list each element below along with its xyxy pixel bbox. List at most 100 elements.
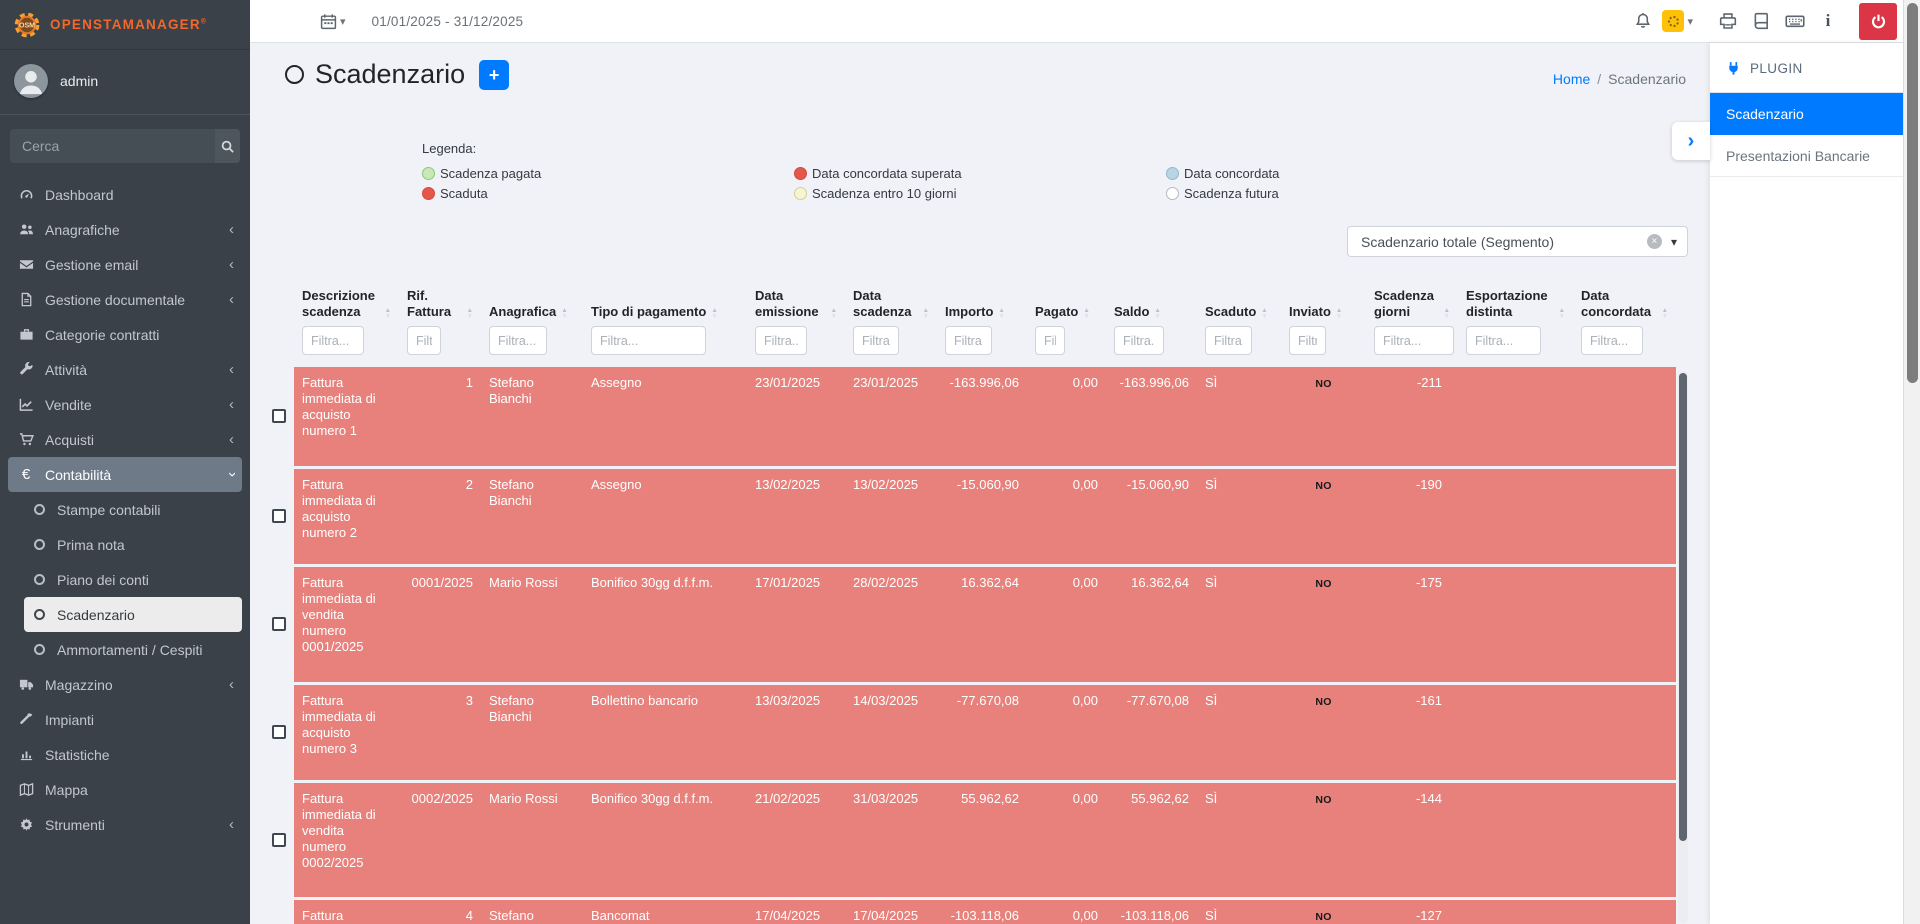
col-header-scadenza-giorni[interactable]: Scadenza giorni▲▼	[1366, 284, 1458, 323]
search-button[interactable]	[215, 129, 240, 163]
hamburger-icon[interactable]	[274, 14, 292, 28]
sidebar-item-impianti[interactable]: Impianti	[8, 702, 242, 737]
map-icon	[16, 782, 36, 797]
col-header-pagato[interactable]: Pagato▲▼	[1027, 284, 1106, 323]
sort-icon: ▲▼	[831, 308, 837, 319]
loading-spinner-badge[interactable]	[1662, 10, 1684, 32]
window-scrollbar[interactable]	[1903, 0, 1920, 924]
col-header-data-emissione[interactable]: Data emissione▲▼	[747, 284, 845, 323]
col-header-data-scadenza[interactable]: Data scadenza▲▼	[845, 284, 937, 323]
col-header-descrizione[interactable]: Descrizione scadenza▲▼	[294, 284, 399, 323]
legend-dot-white	[1166, 187, 1179, 200]
sidebar-item-vendite[interactable]: Vendite ‹	[8, 387, 242, 422]
filter-input-esportazione-distinta[interactable]	[1466, 326, 1541, 355]
col-header-esportazione-distinta[interactable]: Esportazione distinta▲▼	[1458, 284, 1573, 323]
filter-input-scadenza-giorni[interactable]	[1374, 326, 1454, 355]
row-checkbox[interactable]	[272, 833, 286, 847]
filter-input-data-emissione[interactable]	[755, 326, 807, 355]
filter-row	[272, 323, 1676, 367]
brand[interactable]: OSM OpenSTAManager®	[0, 0, 250, 50]
clear-icon[interactable]: ×	[1647, 234, 1662, 249]
sidebar-item-label: Magazzino	[45, 677, 113, 693]
table-row[interactable]: Fattura immediata di acquisto numero 4 4…	[272, 898, 1676, 924]
col-header-scaduto[interactable]: Scaduto▲▼	[1197, 284, 1281, 323]
plug-icon	[1726, 61, 1741, 76]
table-row[interactable]: Fattura immediata di acquisto numero 2 2…	[272, 467, 1676, 565]
manual-button[interactable]	[1752, 12, 1770, 30]
table-scrollbar-thumb[interactable]	[1679, 373, 1687, 841]
plugin-item-presentazioni-bancarie[interactable]: Presentazioni Bancarie	[1710, 135, 1903, 177]
window-scrollbar-thumb[interactable]	[1907, 3, 1918, 383]
filter-input-scaduto[interactable]	[1205, 326, 1252, 355]
filter-input-tipo-pagamento[interactable]	[591, 326, 706, 355]
filter-input-anagrafica[interactable]	[489, 326, 547, 355]
user-name[interactable]: admin	[60, 73, 98, 89]
filter-input-pagato[interactable]	[1035, 326, 1065, 355]
sidebar-item-contabilita[interactable]: € Contabilità ‹	[8, 457, 242, 492]
sidebar-item-label: Vendite	[45, 397, 92, 413]
plugin-panel-toggle-button[interactable]: ›	[1672, 122, 1710, 160]
col-header-inviato[interactable]: Inviato▲▼	[1281, 284, 1366, 323]
filter-input-rif-fattura[interactable]	[407, 326, 441, 355]
sidebar-item-ammortamenti-cespiti[interactable]: Ammortamenti / Cespiti	[24, 632, 242, 667]
sidebar-item-stampe-contabili[interactable]: Stampe contabili	[24, 492, 242, 527]
chevron-left-icon: ‹	[229, 817, 234, 832]
table-row[interactable]: Fattura immediata di vendita numero 0002…	[272, 781, 1676, 898]
table-scrollbar[interactable]	[1678, 371, 1688, 924]
col-header-anagrafica[interactable]: Anagrafica▲▼	[481, 284, 583, 323]
filter-input-data-scadenza[interactable]	[853, 326, 899, 355]
breadcrumb-home-link[interactable]: Home	[1553, 71, 1590, 87]
caret-down-icon: ▾	[340, 15, 346, 28]
row-checkbox[interactable]	[272, 409, 286, 423]
sidebar-item-gestione-documentale[interactable]: Gestione documentale ‹	[8, 282, 242, 317]
caret-down-icon[interactable]: ▾	[1687, 15, 1693, 28]
sidebar-item-piano-dei-conti[interactable]: Piano dei conti	[24, 562, 242, 597]
col-header-tipo-pagamento[interactable]: Tipo di pagamento▲▼	[583, 284, 747, 323]
filter-input-descrizione[interactable]	[302, 326, 364, 355]
row-checkbox[interactable]	[272, 617, 286, 631]
sidebar-item-categorie-contratti[interactable]: Categorie contratti	[8, 317, 242, 352]
filter-input-importo[interactable]	[945, 326, 992, 355]
sidebar-item-gestione-email[interactable]: Gestione email ‹	[8, 247, 242, 282]
table-row[interactable]: Fattura immediata di acquisto numero 3 3…	[272, 683, 1676, 781]
table-row[interactable]: Fattura immediata di acquisto numero 1 1…	[272, 367, 1676, 467]
date-range[interactable]: 01/01/2025 - 31/12/2025	[372, 14, 524, 29]
inviato-badge: NO	[1315, 378, 1331, 390]
row-checkbox[interactable]	[272, 509, 286, 523]
add-scadenza-button[interactable]: +	[479, 60, 509, 90]
sidebar-item-magazzino[interactable]: Magazzino ‹	[8, 667, 242, 702]
col-header-data-concordata[interactable]: Data concordata▲▼	[1573, 284, 1676, 323]
filter-input-data-concordata[interactable]	[1581, 326, 1643, 355]
print-button[interactable]	[1719, 12, 1737, 30]
sidebar-item-anagrafiche[interactable]: Anagrafiche ‹	[8, 212, 242, 247]
shortcuts-button[interactable]	[1785, 11, 1805, 31]
sidebar-item-attivita[interactable]: Attività ‹	[8, 352, 242, 387]
sidebar-menu: Dashboard Anagrafiche ‹ Gestione email ‹…	[0, 173, 250, 846]
filter-input-saldo[interactable]	[1114, 326, 1164, 355]
info-button[interactable]: i	[1819, 11, 1837, 31]
sidebar-item-mappa[interactable]: Mappa	[8, 772, 242, 807]
legend-dot-blue	[1166, 167, 1179, 180]
sidebar-item-strumenti[interactable]: Strumenti ‹	[8, 807, 242, 842]
sidebar-item-scadenzario[interactable]: Scadenzario	[24, 597, 242, 632]
col-header-importo[interactable]: Importo▲▼	[937, 284, 1027, 323]
sidebar-item-dashboard[interactable]: Dashboard	[8, 177, 242, 212]
col-header-saldo[interactable]: Saldo▲▼	[1106, 284, 1197, 323]
circle-icon	[34, 574, 45, 585]
col-header-rif-fattura[interactable]: Rif. Fattura▲▼	[399, 284, 481, 323]
row-checkbox[interactable]	[272, 725, 286, 739]
segment-select[interactable]: Scadenzario totale (Segmento) × ▾	[1347, 226, 1688, 257]
plugin-item-scadenzario[interactable]: Scadenzario	[1710, 93, 1903, 135]
sidebar-item-prima-nota[interactable]: Prima nota	[24, 527, 242, 562]
table-row[interactable]: Fattura immediata di vendita numero 0001…	[272, 565, 1676, 683]
calendar-picker[interactable]: ▾	[320, 13, 346, 30]
sidebar-item-statistiche[interactable]: Statistiche	[8, 737, 242, 772]
logout-button[interactable]	[1859, 3, 1897, 40]
sidebar-item-acquisti[interactable]: Acquisti ‹	[8, 422, 242, 457]
keyboard-icon	[1785, 11, 1805, 31]
search-input[interactable]	[10, 129, 215, 163]
avatar[interactable]	[14, 64, 48, 98]
sort-icon: ▲▼	[1444, 308, 1450, 319]
filter-input-inviato[interactable]	[1289, 326, 1326, 355]
notifications-button[interactable]	[1634, 12, 1652, 30]
